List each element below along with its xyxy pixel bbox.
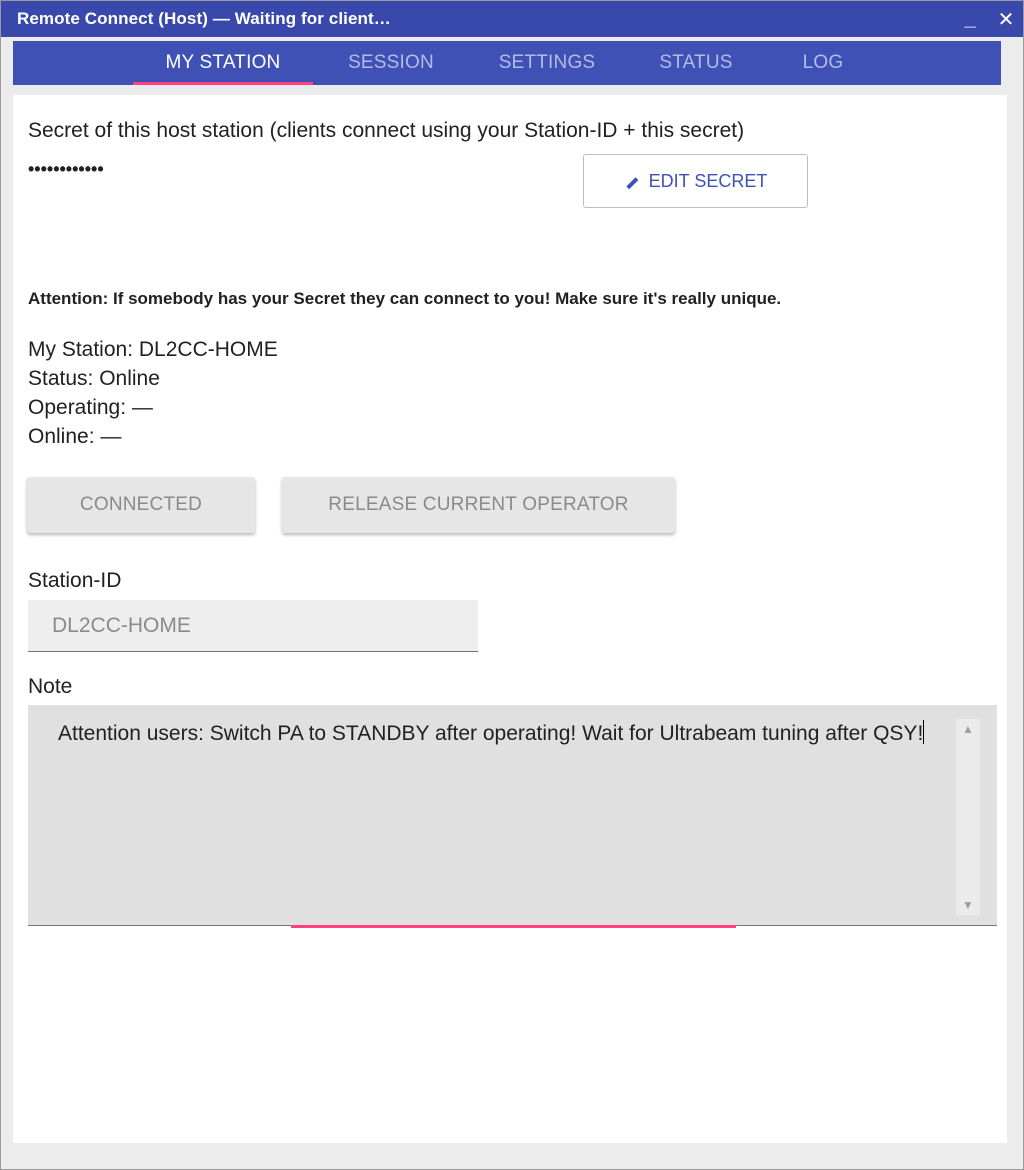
- my-station-panel: Secret of this host station (clients con…: [13, 95, 1007, 1143]
- title-bar[interactable]: Remote Connect (Host) — Waiting for clie…: [1, 1, 1023, 37]
- note-label: Note: [28, 675, 73, 698]
- edit-secret-button[interactable]: ▬ EDIT SECRET: [583, 154, 808, 208]
- secret-label: Secret of this host station (clients con…: [28, 119, 745, 142]
- text-caret: [923, 720, 925, 744]
- minimize-icon[interactable]: _: [957, 5, 983, 33]
- attention-warning: Attention: If somebody has your Secret t…: [28, 289, 782, 308]
- connected-button[interactable]: CONNECTED: [27, 477, 255, 533]
- edit-secret-label: EDIT SECRET: [648, 170, 768, 191]
- my-station-text: My Station: DL2CC-HOME: [28, 338, 278, 361]
- note-focus-underline: [291, 925, 736, 928]
- tab-settings[interactable]: SETTINGS: [485, 41, 609, 85]
- pencil-icon: ▬: [620, 171, 641, 191]
- online-text: Online: —: [28, 425, 122, 448]
- release-operator-button[interactable]: RELEASE CURRENT OPERATOR: [282, 477, 675, 533]
- tab-my-station[interactable]: MY STATION: [133, 41, 313, 85]
- close-icon[interactable]: ✕: [993, 5, 1019, 33]
- station-info: My Station: DL2CC-HOME Status: Online Op…: [28, 335, 278, 451]
- tab-bar: MY STATION SESSION SETTINGS STATUS LOG: [13, 41, 1001, 85]
- tab-log[interactable]: LOG: [783, 41, 863, 85]
- note-value: Attention users: Switch PA to STANDBY af…: [58, 722, 924, 745]
- app-window: Remote Connect (Host) — Waiting for clie…: [0, 0, 1024, 1170]
- window-title: Remote Connect (Host) — Waiting for clie…: [17, 9, 391, 28]
- note-scrollbar[interactable]: ▲ ▼: [956, 719, 980, 915]
- secret-masked-value: ••••••••••••: [28, 159, 104, 179]
- operating-text: Operating: —: [28, 396, 153, 419]
- status-text: Status: Online: [28, 367, 160, 390]
- scroll-down-icon[interactable]: ▼: [956, 895, 980, 915]
- station-id-value: DL2CC-HOME: [52, 613, 191, 637]
- tab-status[interactable]: STATUS: [643, 41, 749, 85]
- station-id-label: Station-ID: [28, 569, 122, 592]
- station-id-field[interactable]: DL2CC-HOME: [28, 600, 478, 652]
- note-textarea[interactable]: Attention users: Switch PA to STANDBY af…: [28, 705, 997, 928]
- note-text: Attention users: Switch PA to STANDBY af…: [58, 719, 938, 748]
- tab-session[interactable]: SESSION: [329, 41, 453, 85]
- scroll-up-icon[interactable]: ▲: [956, 719, 980, 739]
